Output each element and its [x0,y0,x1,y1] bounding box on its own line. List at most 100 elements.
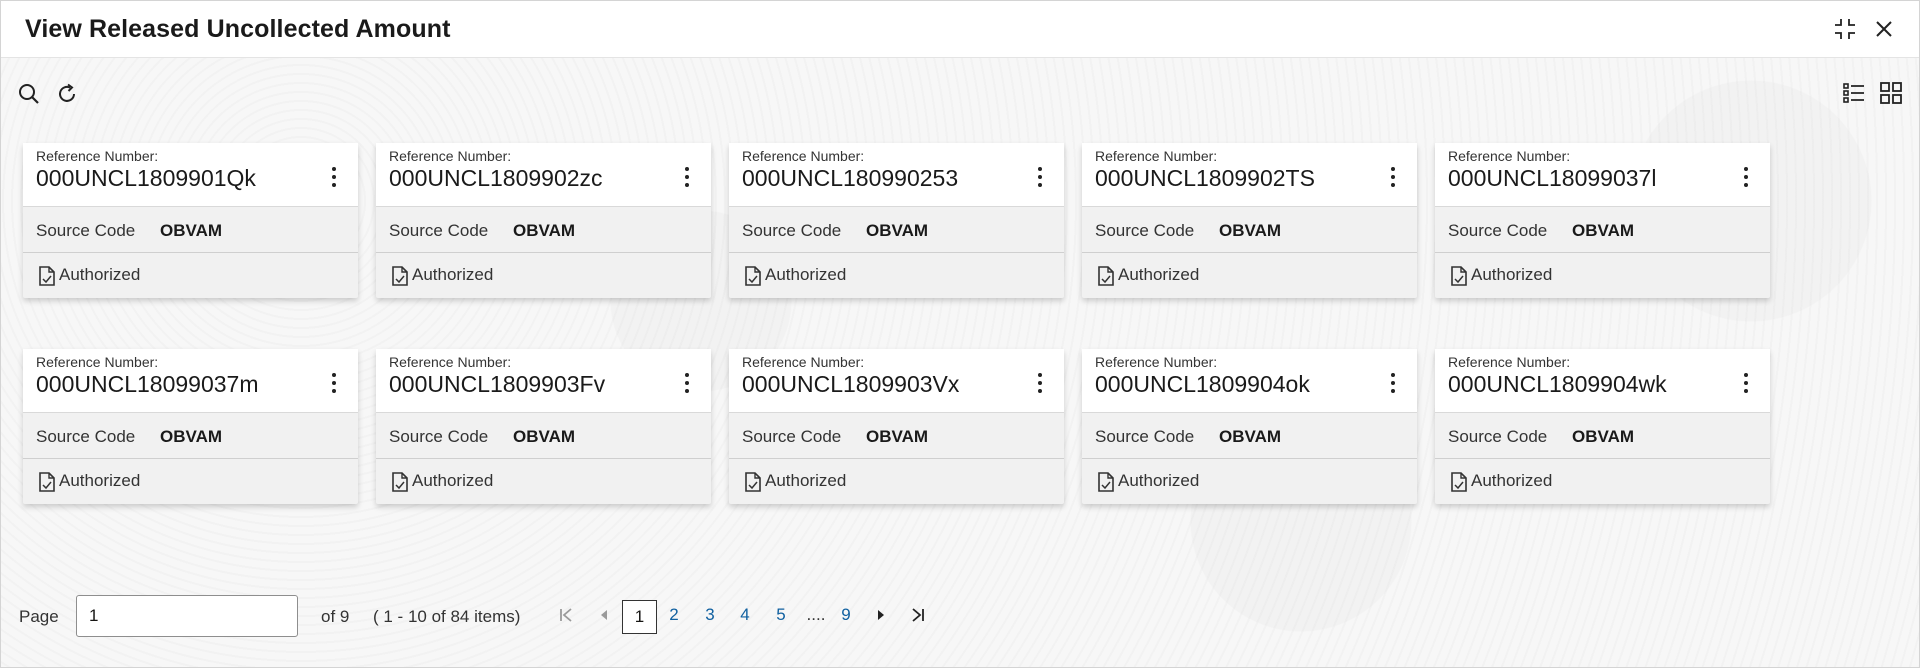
more-options-icon[interactable] [1383,369,1403,397]
more-options-icon[interactable] [1383,163,1403,191]
source-code-value: OBVAM [513,221,576,240]
reference-number-value: 000UNCL1809904wk [1448,371,1667,397]
status-row: Authorized [23,460,358,504]
authorized-document-icon [745,266,761,286]
reference-number-label: Reference Number: [1095,148,1218,164]
authorized-document-icon [392,266,408,286]
more-options-icon[interactable] [324,163,344,191]
record-card[interactable]: Reference Number: 000UNCL180990253 Sourc… [729,143,1064,298]
grid-view-icon[interactable] [1878,80,1904,106]
record-card[interactable]: Reference Number: 000UNCL18099037m Sourc… [23,349,358,504]
card-header: Reference Number: 000UNCL1809904ok [1082,349,1417,413]
minimize-icon[interactable] [1831,15,1859,43]
source-code-label: Source Code [1095,221,1195,240]
card-header: Reference Number: 000UNCL1809904wk [1435,349,1770,413]
page-button[interactable]: 3 [701,599,719,631]
more-options-icon[interactable] [324,369,344,397]
reference-number-value: 000UNCL1809902TS [1095,165,1315,191]
record-card[interactable]: Reference Number: 000UNCL18099037l Sourc… [1435,143,1770,298]
reference-number-label: Reference Number: [389,354,512,370]
reference-number-label: Reference Number: [36,354,159,370]
record-card[interactable]: Reference Number: 000UNCL1809902TS Sourc… [1082,143,1417,298]
source-code-value: OBVAM [160,427,223,446]
item-range: ( 1 - 10 of 84 items) [373,607,521,626]
source-code-label: Source Code [36,221,136,240]
more-options-icon[interactable] [1736,163,1756,191]
source-code-label: Source Code [742,221,842,240]
page-button[interactable]: 4 [736,599,754,631]
status-label: Authorized [59,471,141,490]
status-label: Authorized [59,265,141,284]
window: View Released Uncollected Amount Referen… [0,0,1920,668]
authorized-document-icon [745,472,761,492]
source-code-label: Source Code [1095,427,1195,446]
source-code-value: OBVAM [866,427,929,446]
page-label: Page [19,607,59,626]
card-header: Reference Number: 000UNCL18099037m [23,349,358,413]
source-code-row: Source Code OBVAM [729,207,1064,253]
authorized-document-icon [1098,472,1114,492]
previous-page-icon[interactable] [594,599,614,631]
status-row: Authorized [1435,460,1770,504]
reference-number-label: Reference Number: [742,354,865,370]
source-code-label: Source Code [389,221,489,240]
status-label: Authorized [765,471,847,490]
status-row: Authorized [23,254,358,298]
page-number-input[interactable] [76,595,298,637]
page-button-current[interactable]: 1 [622,600,657,634]
record-card[interactable]: Reference Number: 000UNCL1809904wk Sourc… [1435,349,1770,504]
card-header: Reference Number: 000UNCL1809902zc [376,143,711,207]
more-options-icon[interactable] [677,369,697,397]
reference-number-label: Reference Number: [742,148,865,164]
more-options-icon[interactable] [1030,163,1050,191]
source-code-row: Source Code OBVAM [376,207,711,253]
page-ellipsis: .... [806,605,826,624]
status-label: Authorized [1118,471,1200,490]
more-options-icon[interactable] [677,163,697,191]
status-label: Authorized [765,265,847,284]
reference-number-label: Reference Number: [1448,354,1571,370]
source-code-row: Source Code OBVAM [23,413,358,459]
reference-number-label: Reference Number: [1448,148,1571,164]
card-header: Reference Number: 000UNCL18099037l [1435,143,1770,207]
page-count: of 9 [321,607,350,626]
source-code-value: OBVAM [513,427,576,446]
page-button[interactable]: 5 [772,599,790,631]
status-label: Authorized [1471,471,1553,490]
source-code-label: Source Code [1448,221,1548,240]
card-header: Reference Number: 000UNCL1809902TS [1082,143,1417,207]
source-code-value: OBVAM [1572,221,1635,240]
more-options-icon[interactable] [1736,369,1756,397]
reference-number-value: 000UNCL18099037m [36,371,259,397]
authorized-document-icon [392,472,408,492]
authorized-document-icon [39,266,55,286]
source-code-label: Source Code [389,427,489,446]
page-button[interactable]: 2 [665,599,683,631]
record-card[interactable]: Reference Number: 000UNCL1809901Qk Sourc… [23,143,358,298]
list-view-icon[interactable] [1841,80,1867,106]
record-card[interactable]: Reference Number: 000UNCL1809902zc Sourc… [376,143,711,298]
reference-number-label: Reference Number: [36,148,159,164]
record-card[interactable]: Reference Number: 000UNCL1809904ok Sourc… [1082,349,1417,504]
source-code-row: Source Code OBVAM [1435,413,1770,459]
first-page-icon[interactable] [556,599,576,631]
record-card[interactable]: Reference Number: 000UNCL1809903Vx Sourc… [729,349,1064,504]
source-code-value: OBVAM [1219,221,1282,240]
refresh-icon[interactable] [54,81,80,107]
last-page-icon[interactable] [907,599,929,631]
next-page-icon[interactable] [871,599,891,631]
search-icon[interactable] [16,81,42,107]
source-code-value: OBVAM [866,221,929,240]
title-bar: View Released Uncollected Amount [1,1,1919,58]
source-code-row: Source Code OBVAM [1435,207,1770,253]
source-code-value: OBVAM [160,221,223,240]
card-header: Reference Number: 000UNCL1809901Qk [23,143,358,207]
status-label: Authorized [412,265,494,284]
page-button[interactable]: 9 [837,599,855,631]
card-header: Reference Number: 000UNCL1809903Fv [376,349,711,413]
record-card[interactable]: Reference Number: 000UNCL1809903Fv Sourc… [376,349,711,504]
reference-number-value: 000UNCL1809904ok [1095,371,1310,397]
more-options-icon[interactable] [1030,369,1050,397]
close-icon[interactable] [1870,15,1898,43]
status-row: Authorized [376,460,711,504]
